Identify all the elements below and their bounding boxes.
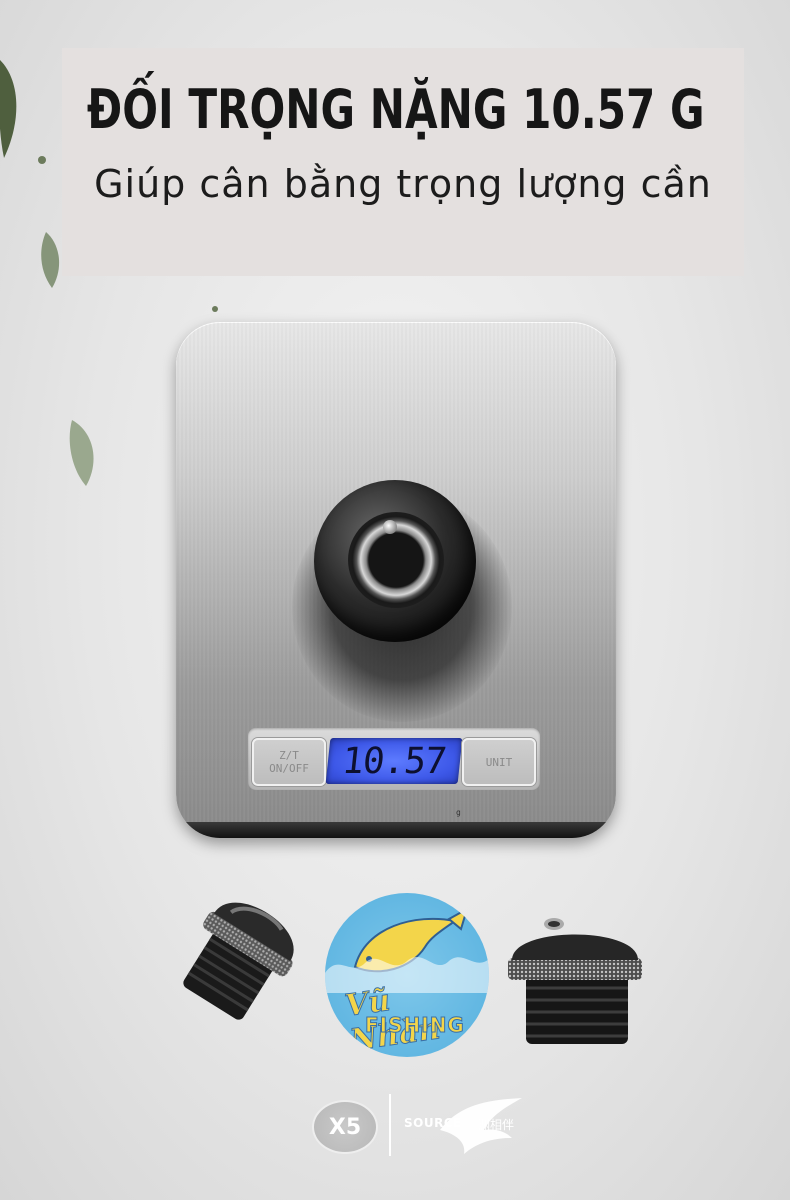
- brand-name: SOURCE: [404, 1116, 462, 1130]
- leaf-dot: [38, 156, 46, 164]
- tare-power-button[interactable]: Z/T ON/OFF: [252, 738, 326, 786]
- scale-edge: [176, 822, 616, 838]
- leaf-icon: [0, 60, 17, 158]
- unit-button[interactable]: UNIT: [462, 738, 536, 786]
- leaf-icon: [41, 232, 60, 288]
- scale-control-panel: Z/T ON/OFF 10.57 UNIT: [248, 728, 540, 790]
- brand-divider: [389, 1094, 391, 1156]
- headline-subtitle: Giúp cân bằng trọng lượng cần: [94, 162, 712, 206]
- counterweight-pin: [383, 520, 397, 534]
- headline-title: ĐỐI TRỌNG NẶNG 10.57 G: [86, 78, 705, 141]
- vu-nhan-fishing-logo: Vũ Nhàn FISHING: [325, 893, 489, 1057]
- power-label: ON/OFF: [269, 762, 309, 775]
- leaf-icon: [69, 420, 94, 486]
- tare-label: Z/T: [279, 749, 299, 762]
- logo-fishing-text: FISHING: [365, 1013, 465, 1038]
- counterweight-part-left: [183, 902, 294, 1020]
- unit-indicator: g: [456, 808, 461, 817]
- weight-display: 10.57: [325, 738, 463, 784]
- counterweight-part-right: [508, 918, 642, 1044]
- brand-chinese-name: 渊相伴: [478, 1118, 515, 1132]
- x5-badge: X5: [312, 1100, 378, 1154]
- leaf-dot: [212, 306, 218, 312]
- digital-scale: Z/T ON/OFF 10.57 UNIT g: [176, 322, 616, 838]
